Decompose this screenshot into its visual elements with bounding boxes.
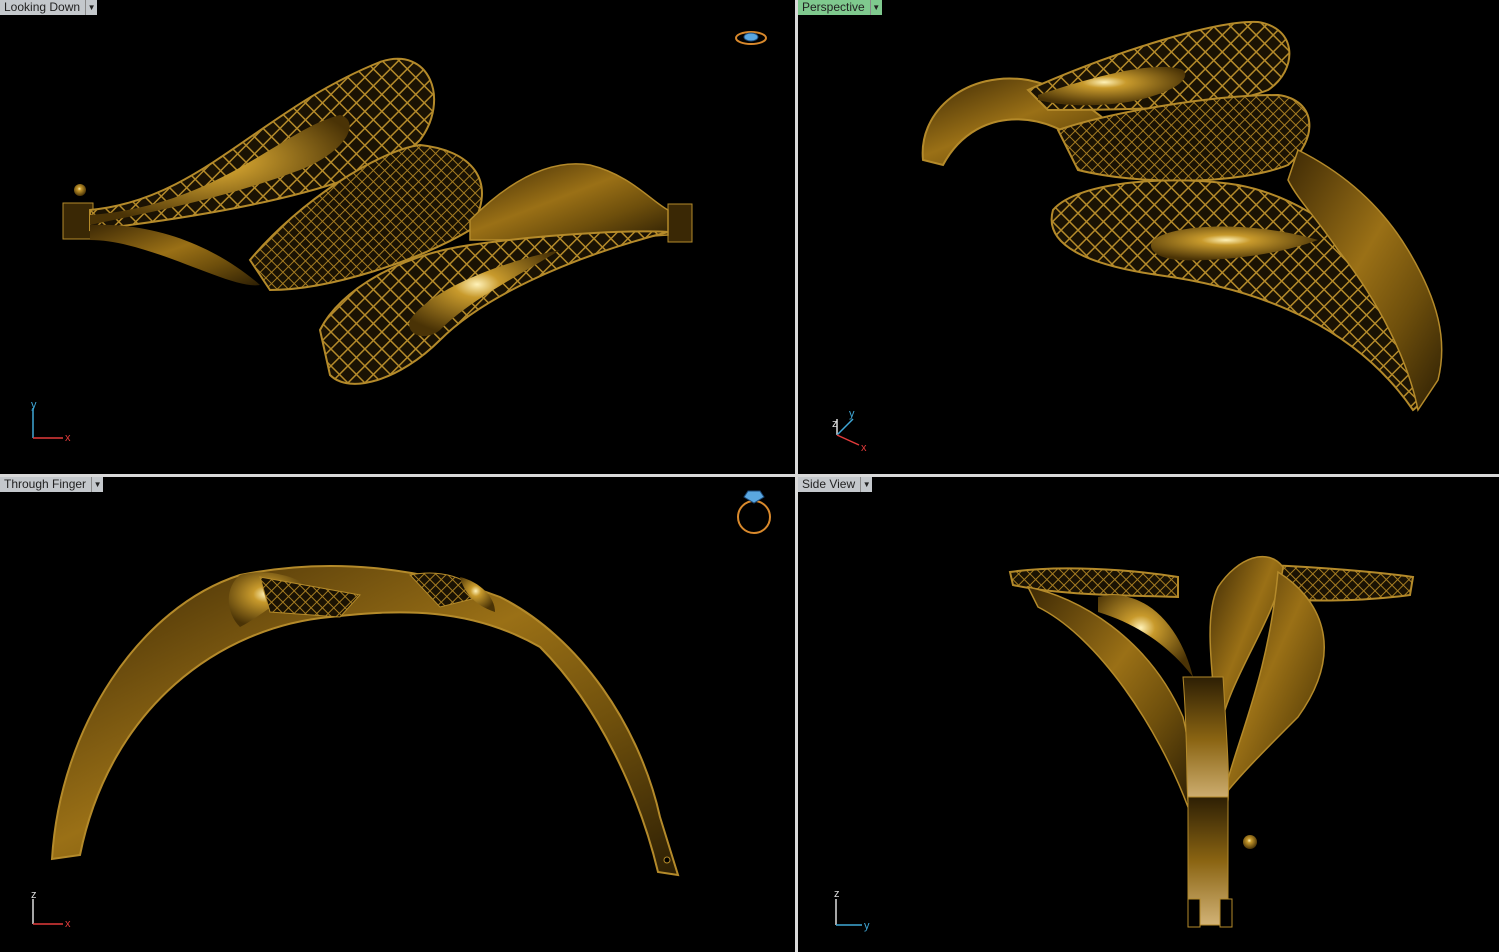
axis-label-y: y — [864, 920, 870, 932]
viewport-label[interactable]: Looking Down — [0, 0, 87, 15]
viewport-tab-side-view[interactable]: Side View ▼ — [798, 477, 873, 492]
viewport-divider-horizontal[interactable] — [0, 474, 1499, 477]
axis-label-z: z — [832, 418, 838, 430]
bangle-top-view — [62, 57, 693, 385]
ring-front-gizmo-icon[interactable] — [734, 485, 774, 537]
viewport-tab-through-finger[interactable]: Through Finger ▼ — [0, 477, 104, 492]
axis-indicator: y x — [31, 399, 71, 444]
chevron-down-icon[interactable]: ▼ — [870, 0, 882, 15]
axis-indicator: z x — [31, 889, 71, 930]
ring-top-gizmo-icon[interactable] — [734, 27, 768, 49]
viewport-perspective[interactable]: Perspective ▼ z y x — [798, 0, 1499, 474]
bangle-perspective-view — [921, 20, 1443, 412]
bangle-side-view — [1008, 556, 1415, 928]
axis-label-y: y — [31, 399, 37, 411]
viewport-through-finger[interactable]: Through Finger ▼ z x — [0, 477, 795, 952]
viewport-label[interactable]: Side View — [798, 477, 862, 492]
viewport-label[interactable]: Perspective — [798, 0, 871, 15]
viewport-looking-down[interactable]: Looking Down ▼ y x — [0, 0, 795, 474]
axis-label-x: x — [65, 918, 71, 930]
chevron-down-icon[interactable]: ▼ — [861, 477, 873, 492]
axis-label-y: y — [849, 408, 855, 420]
axis-label-x: x — [861, 442, 867, 454]
viewport-side-view[interactable]: Side View ▼ z y — [798, 477, 1499, 952]
bangle-front-view — [50, 565, 680, 877]
chevron-down-icon[interactable]: ▼ — [92, 477, 104, 492]
axis-label-x: x — [65, 432, 71, 444]
axis-label-z: z — [834, 888, 840, 900]
viewport-tab-perspective[interactable]: Perspective ▼ — [798, 0, 882, 15]
axis-label-z: z — [31, 889, 37, 901]
axis-indicator: z y x — [832, 408, 867, 454]
viewport-label[interactable]: Through Finger — [0, 477, 93, 492]
viewport-tab-looking-down[interactable]: Looking Down ▼ — [0, 0, 98, 15]
axis-indicator: z y — [834, 888, 870, 932]
chevron-down-icon[interactable]: ▼ — [86, 0, 98, 15]
